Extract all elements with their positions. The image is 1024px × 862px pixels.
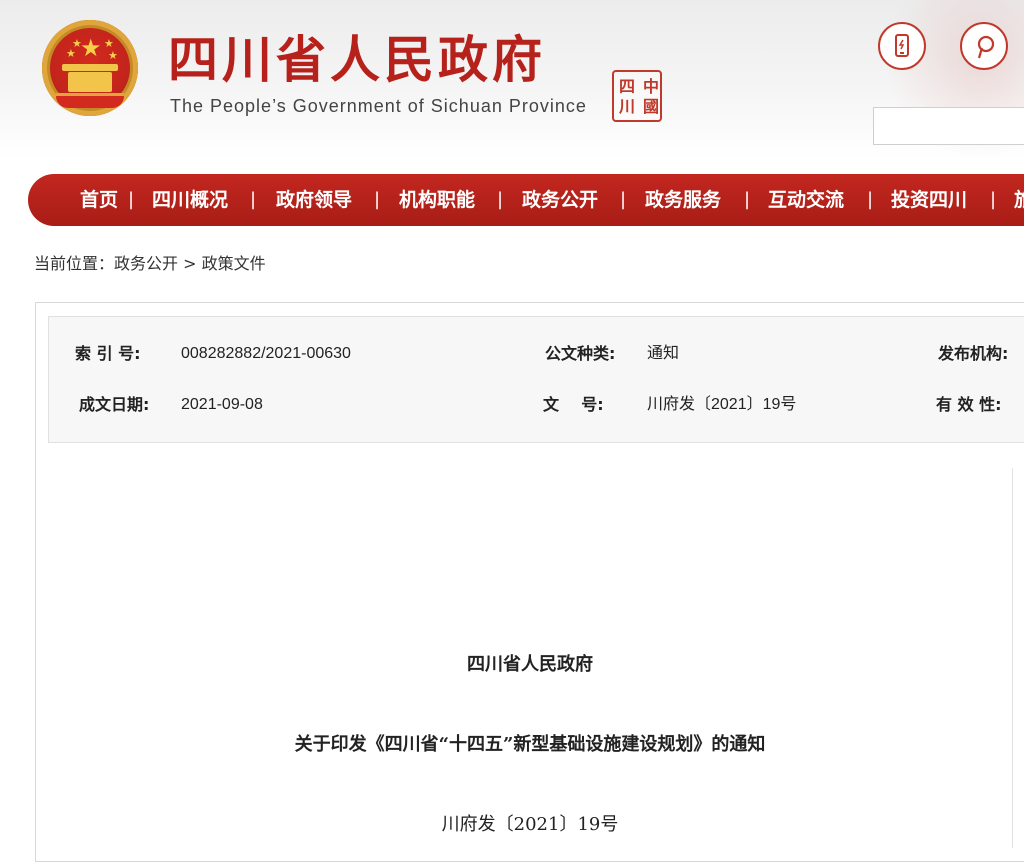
nav-separator: |	[374, 189, 381, 210]
weibo-button[interactable]	[960, 22, 1008, 70]
document-type-value: 通知	[647, 345, 680, 362]
star-icon: ★	[72, 37, 82, 50]
breadcrumb-separator: >	[183, 254, 197, 273]
nav-item-government-services[interactable]: 政务服务	[645, 174, 721, 226]
nav-item-government-leaders[interactable]: 政府领导	[276, 174, 352, 226]
document-type-label: 公文种类:	[545, 344, 616, 363]
national-emblem-icon: ★ ★ ★ ★ ★	[42, 20, 138, 116]
breadcrumb-link-government-affairs[interactable]: 政务公开	[114, 254, 178, 273]
nav-separator: |	[620, 189, 627, 210]
nav-separator: |	[990, 189, 997, 210]
index-number-label: 索 引 号:	[75, 344, 141, 363]
breadcrumb-prefix: 当前位置：	[34, 254, 115, 273]
document-number-value: 川府发〔2021〕19号	[647, 396, 797, 413]
mobile-version-button[interactable]	[878, 22, 926, 70]
star-icon: ★	[108, 49, 118, 62]
china-sichuan-seal-logo: 中 國 四 川	[612, 70, 662, 122]
nav-item-agency-functions[interactable]: 机构职能	[399, 174, 475, 226]
nav-item-sichuan-overview[interactable]: 四川概况	[152, 174, 228, 226]
site-subtitle-english: The People’s Government of Sichuan Provi…	[170, 96, 587, 116]
svg-text:國: 國	[643, 97, 659, 116]
svg-text:中: 中	[643, 77, 659, 96]
svg-text:川: 川	[618, 97, 635, 116]
site-header: ★ ★ ★ ★ ★ 四川省人民政府 The People’s Governmen…	[0, 0, 1024, 160]
site-title: 四川省人民政府	[168, 31, 546, 89]
weibo-social-icon	[977, 35, 995, 59]
nav-separator: |	[497, 189, 504, 210]
tiananmen-gate-shape	[62, 64, 118, 92]
nav-item-home[interactable]: 首页	[80, 174, 118, 226]
index-number-value: 008282882/2021-00630	[181, 345, 351, 362]
document-metadata-panel: 索 引 号: 008282882/2021-00630 公文种类: 通知 发布机…	[48, 316, 1024, 443]
validity-label: 有 效 性:	[936, 395, 1002, 414]
document-title: 关于印发《四川省“十四五”新型基础设施建设规划》的通知	[294, 734, 766, 755]
nav-separator: |	[867, 189, 874, 210]
nav-item-interaction[interactable]: 互动交流	[768, 174, 844, 226]
mobile-phone-icon	[895, 34, 909, 57]
ribbon-shape	[56, 96, 124, 108]
search-input[interactable]	[873, 107, 1024, 145]
publisher-label: 发布机构:	[938, 344, 1009, 363]
breadcrumb-link-policy-documents[interactable]: 政策文件	[202, 254, 266, 273]
star-icon: ★	[104, 37, 114, 50]
nav-item-invest-sichuan[interactable]: 投资四川	[891, 174, 967, 226]
svg-text:四: 四	[619, 77, 635, 96]
nav-separator: |	[250, 189, 257, 210]
nav-separator: |	[744, 189, 751, 210]
date-label: 成文日期:	[79, 395, 150, 414]
document-number: 川府发〔2021〕19号	[441, 814, 619, 835]
nav-item-government-affairs-public[interactable]: 政务公开	[522, 174, 598, 226]
nav-item-tourism[interactable]: 旅	[1014, 174, 1024, 226]
date-value: 2021-09-08	[181, 396, 263, 413]
nav-separator: |	[128, 189, 135, 210]
main-navigation: 首页 | 四川概况 | 政府领导 | 机构职能 | 政务公开 | 政务服务 | …	[28, 174, 1024, 226]
document-number-label: 文 号:	[543, 395, 604, 414]
document-issuer: 四川省人民政府	[467, 654, 593, 675]
breadcrumb: 当前位置：政务公开 > 政策文件	[34, 253, 266, 275]
star-icon: ★	[80, 34, 102, 62]
